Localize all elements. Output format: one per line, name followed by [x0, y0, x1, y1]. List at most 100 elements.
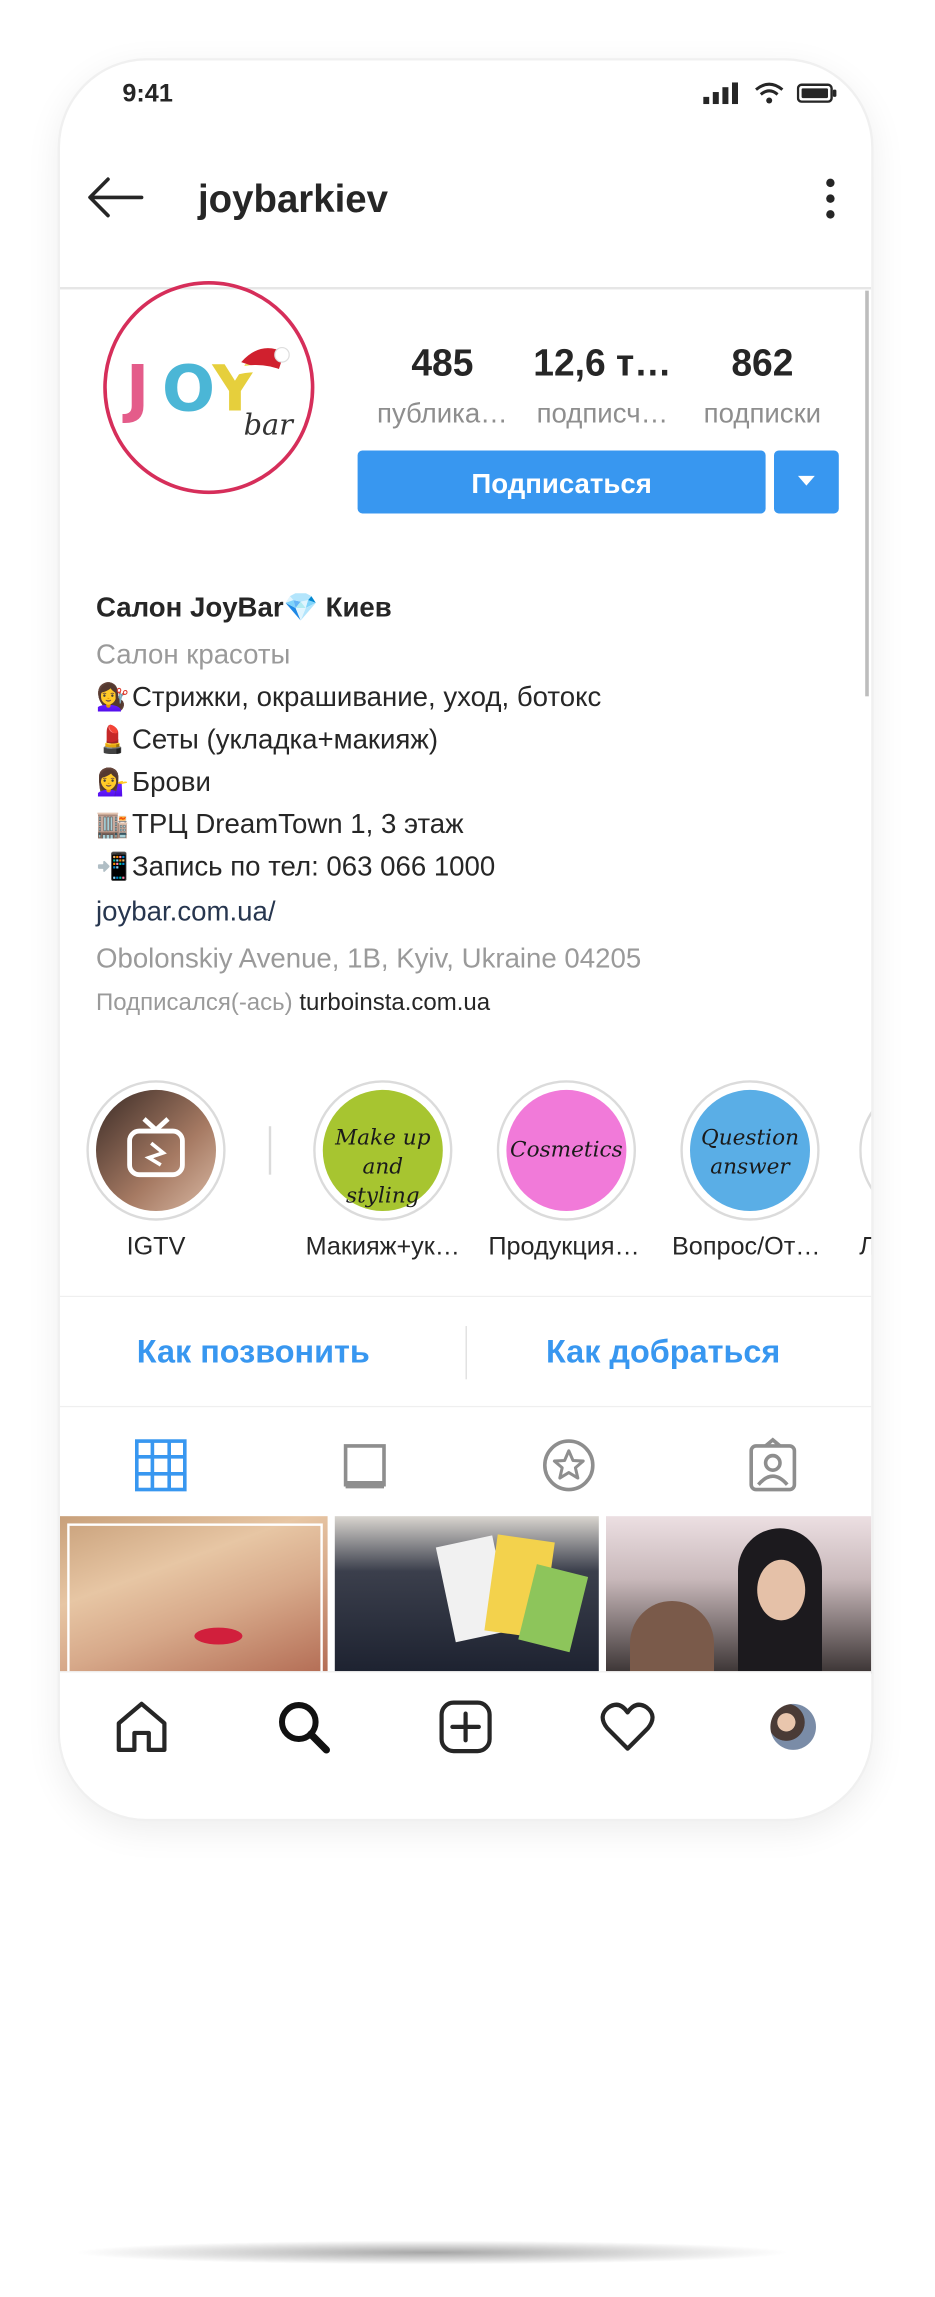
- bio-website-link[interactable]: joybar.com.ua/: [96, 895, 840, 928]
- haircut-emoji-icon: 💇‍♀️: [96, 681, 130, 712]
- phone-frame: 9:41 joybarkiev J O Y bar 485 публика… 1…: [60, 60, 872, 1819]
- grid-tab-icon[interactable]: [132, 1436, 190, 1494]
- bio-line-text: Брови: [132, 765, 211, 797]
- lips-shape: [194, 1627, 243, 1645]
- stat-posts-count: 485: [411, 341, 474, 384]
- grid-photo[interactable]: [334, 1516, 599, 1674]
- highlight-cover-text: Cosmetics: [510, 1137, 623, 1163]
- svg-text:bar: bar: [244, 408, 296, 442]
- profile-avatar[interactable]: J O Y bar: [103, 280, 315, 495]
- highlight-cover: Question answer: [690, 1089, 811, 1211]
- bio-line-text: ТРЦ DreamTown 1, 3 этаж: [132, 807, 464, 840]
- bio-line: 🏬 ТРЦ DreamTown 1, 3 этаж: [96, 808, 840, 841]
- highlight-ring: [859, 1080, 872, 1221]
- highlight-cover: Cosmetics: [506, 1089, 627, 1211]
- highlight-label: Макияж+ук…: [305, 1232, 461, 1261]
- highlight-label: Вопрос/Отв…: [672, 1232, 829, 1261]
- highlight-cover: Make up and styling: [322, 1089, 443, 1211]
- follow-button[interactable]: Подписаться: [357, 450, 766, 514]
- svg-text:O: O: [162, 352, 215, 425]
- status-bar: 9:41: [60, 61, 871, 129]
- feed-tab-icon[interactable]: [336, 1436, 394, 1494]
- highlight-ring: Make up and styling: [313, 1080, 453, 1221]
- highlight-label: Л: [859, 1233, 871, 1262]
- saved-star-tab-icon[interactable]: [540, 1436, 598, 1494]
- stat-followers[interactable]: 12,6 т… подписч…: [522, 341, 682, 429]
- highlight-cover-text: Question answer: [700, 1125, 799, 1180]
- grid-photo[interactable]: [606, 1516, 872, 1674]
- highlight-partial[interactable]: Л: [859, 1080, 872, 1262]
- igtv-icon: [127, 1117, 185, 1178]
- bio-line: 💄 Сеты (укладка+макияж): [96, 723, 840, 756]
- phone-emoji-icon: 📲: [96, 850, 130, 882]
- highlight-label: Продукция …: [488, 1232, 645, 1261]
- more-options-icon[interactable]: [823, 177, 837, 221]
- activity-heart-icon[interactable]: [598, 1697, 658, 1758]
- profile-tabs: [60, 1407, 871, 1516]
- profile-stats: 485 публика… 12,6 т… подписч… 862 подпис…: [362, 341, 842, 429]
- call-button[interactable]: Как позвонить: [137, 1333, 370, 1371]
- highlight-ring: Cosmetics: [496, 1080, 636, 1221]
- tagged-tab-icon[interactable]: [744, 1436, 802, 1494]
- highlight-ring: Question answer: [680, 1080, 820, 1221]
- bottom-nav: [60, 1671, 872, 1794]
- stat-following-label: подписки: [703, 397, 822, 429]
- person-emoji-icon: 💁‍♀️: [96, 765, 130, 797]
- bio-name: Салон JoyBar💎 Киев: [96, 590, 392, 623]
- status-time: 9:41: [122, 79, 173, 108]
- highlight-products[interactable]: Cosmetics Продукция …: [488, 1080, 644, 1262]
- battery-icon: [796, 83, 837, 103]
- profile-username: joybarkiev: [198, 176, 388, 221]
- bio: Салон JoyBar💎 Киев Салон красоты 💇‍♀️ Стр…: [96, 591, 840, 1017]
- bio-line: 📲 Запись по тел: 063 066 1000: [96, 850, 840, 883]
- scrollbar[interactable]: [865, 290, 869, 697]
- new-post-icon[interactable]: [436, 1697, 496, 1758]
- bio-line-text: Сеты (укладка+макияж): [132, 722, 439, 755]
- face-shape: [757, 1559, 806, 1621]
- home-icon[interactable]: [112, 1697, 172, 1758]
- svg-text:J: J: [122, 352, 149, 425]
- mall-emoji-icon: 🏬: [96, 808, 130, 839]
- contact-buttons: Как позвонить Как добраться: [60, 1295, 872, 1408]
- stat-followers-label: подписч…: [536, 397, 669, 429]
- highlight-ring: [86, 1080, 226, 1221]
- back-arrow-icon[interactable]: [86, 177, 144, 218]
- joybar-logo: J O Y bar: [122, 346, 296, 442]
- stat-posts[interactable]: 485 публика…: [362, 341, 522, 429]
- bio-line-text: Запись по тел: 063 066 1000: [132, 850, 496, 882]
- highlight-faq[interactable]: Question answer Вопрос/Отв…: [672, 1080, 828, 1262]
- followed-by-account: turboinsta.com.ua: [299, 989, 491, 1017]
- followed-by[interactable]: Подписался(-ась) turboinsta.com.ua: [96, 989, 840, 1017]
- photo-grid: [60, 1516, 872, 1674]
- phone-shadow: [72, 2240, 793, 2265]
- wifi-icon: [755, 82, 784, 104]
- suggestions-dropdown-button[interactable]: [774, 450, 839, 514]
- contact-divider: [465, 1326, 467, 1380]
- bio-address[interactable]: Obolonskiy Avenue, 1B, Kyiv, Ukraine 042…: [96, 942, 840, 975]
- highlight-separator: [268, 1126, 272, 1175]
- stat-following[interactable]: 862 подписки: [682, 341, 842, 429]
- stat-followers-count: 12,6 т…: [533, 341, 672, 384]
- directions-button[interactable]: Как добраться: [546, 1333, 780, 1371]
- bio-line: 💇‍♀️ Стрижки, окрашивание, уход, ботокс: [96, 681, 840, 714]
- bio-line-text: Стрижки, окрашивание, уход, ботокс: [132, 680, 602, 713]
- chevron-down-icon: [798, 475, 815, 486]
- story-highlights: IGTV Make up and styling Макияж+ук… Cosm…: [82, 1080, 872, 1261]
- highlight-cover: [96, 1089, 217, 1211]
- highlight-cover-text: Make up and styling: [335, 1125, 431, 1209]
- profile-avatar-tab[interactable]: [770, 1703, 817, 1750]
- highlight-makeup[interactable]: Make up and styling Макияж+ук…: [306, 1080, 460, 1262]
- highlight-label: IGTV: [126, 1232, 186, 1261]
- app-bar: joybarkiev: [60, 128, 871, 261]
- followed-by-prefix: Подписался(-ась): [96, 989, 293, 1017]
- lipstick-emoji-icon: 💄: [96, 723, 130, 754]
- status-icons: [703, 82, 837, 105]
- grid-photo[interactable]: [60, 1516, 328, 1674]
- person-shape: [630, 1600, 714, 1674]
- signal-icon: [703, 82, 738, 105]
- stat-following-count: 862: [731, 341, 794, 384]
- photo-frame: [67, 1523, 323, 1674]
- search-icon[interactable]: [274, 1697, 334, 1758]
- highlight-igtv[interactable]: IGTV: [82, 1080, 231, 1262]
- bio-category: Салон красоты: [96, 638, 291, 670]
